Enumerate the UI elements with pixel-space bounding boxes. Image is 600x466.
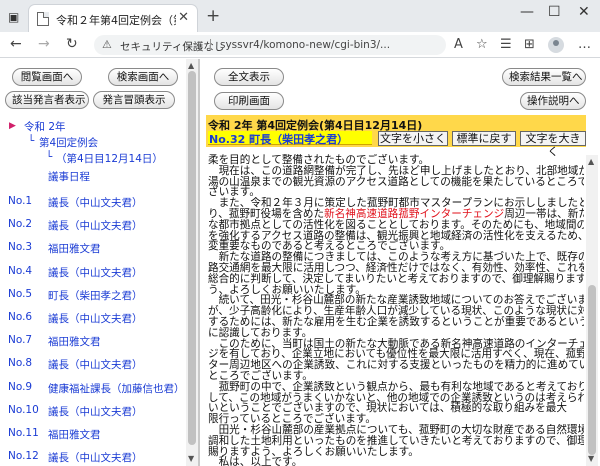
speech-text-segment: 私は、以上です。	[208, 456, 303, 466]
print-screen-button[interactable]: 印刷画面	[214, 92, 284, 110]
warning-icon[interactable]: ⚠	[102, 38, 112, 51]
speech-number: No.6	[8, 311, 33, 323]
left-frame: 閲覧画面へ 検索画面へ 該当発言者表示 発言冒頭表示 ▶ 令和 2年 └ 第4回…	[0, 59, 200, 466]
right-frame: 全文表示 印刷画面 検索結果一覧へ 操作説明へ 令和 2年 第4回定例会(第4日…	[202, 59, 600, 466]
speech-link[interactable]: 福田雅文君	[48, 334, 101, 349]
speech-line: 私は、以上です。	[208, 456, 584, 466]
scroll-up-icon[interactable]: ▲	[588, 157, 594, 166]
help-button[interactable]: 操作説明へ	[520, 92, 586, 110]
right-scrollbar[interactable]: ▲ ▼	[586, 155, 598, 466]
speech-link[interactable]: 健康福祉課長（加藤信也君）	[48, 381, 185, 396]
speech-number: No.12	[8, 450, 39, 463]
speech-number: No.1	[8, 195, 33, 207]
speech-link[interactable]: 議長（中山文夫君）	[48, 265, 143, 280]
opening-list-button[interactable]: 発言冒頭表示	[93, 91, 175, 109]
speech-text: 柔を目的として整備されたものでございます。 現在は、この道路網整備が完了し、先ほ…	[204, 153, 584, 466]
page-icon	[37, 12, 49, 26]
speech-link[interactable]: 議長（中山文夫君）	[48, 311, 143, 326]
back-to-results-button[interactable]: 検索結果一覧へ	[502, 68, 586, 86]
speech-link[interactable]: 福田雅文君	[48, 241, 101, 256]
scroll-down-icon[interactable]: ▼	[188, 454, 194, 463]
text-reset-button[interactable]: 標準に戻す	[452, 131, 516, 146]
security-label: セキュリティ保護なし	[120, 41, 225, 53]
scroll-thumb[interactable]	[588, 285, 596, 455]
left-scrollbar[interactable]: ▲ ▼	[186, 59, 198, 466]
new-tab-icon[interactable]: +	[206, 6, 220, 26]
collections-icon[interactable]: ⊞	[524, 37, 535, 52]
tree-day[interactable]: （第4日目12月14日）	[56, 151, 163, 166]
tree-year[interactable]: 令和 2年	[24, 119, 66, 134]
tree-bullet-icon: ▶	[9, 121, 16, 131]
browser-tab-strip: ▣ 令和２年第4回定例会（第4日目） ✕ + — ☐ ✕	[0, 0, 600, 32]
address-toolbar: ← → ↻ ⚠ セキュリティ保護なし syssvr4/komono-new/cg…	[0, 32, 600, 58]
minimize-icon[interactable]: —	[520, 4, 534, 20]
speaker-list-button[interactable]: 該当発言者表示	[5, 91, 89, 109]
speech-number: No.7	[8, 334, 33, 347]
speech-speaker-box: No.32 町長（柴田孝之君）	[208, 131, 372, 146]
reload-icon[interactable]: ↻	[66, 36, 78, 52]
speech-number: No.8	[8, 357, 33, 370]
browser-tab[interactable]: 令和２年第4回定例会（第4日目） ✕	[28, 4, 198, 32]
scroll-thumb[interactable]	[188, 71, 196, 445]
speech-number: No.4	[8, 264, 33, 277]
speech-number: No.11	[8, 427, 39, 439]
more-menu-icon[interactable]: …	[578, 37, 591, 52]
tree-branch-icon: └	[28, 135, 35, 147]
scroll-up-icon[interactable]: ▲	[188, 61, 194, 70]
browse-screen-button[interactable]: 閲覧画面へ	[12, 68, 82, 86]
tree-branch-icon: └	[46, 151, 53, 163]
favorites-list-icon[interactable]: ☰	[500, 37, 512, 52]
scroll-down-icon[interactable]: ▼	[588, 454, 594, 463]
speech-link[interactable]: 議長（中山文夫君）	[48, 450, 143, 465]
speech-link[interactable]: 議長（中山文夫君）	[48, 195, 143, 210]
speech-number: No.9	[8, 380, 33, 393]
forward-icon[interactable]: →	[38, 36, 50, 52]
address-separator	[210, 39, 211, 51]
speech-link[interactable]: 議長（中山文夫君）	[48, 404, 143, 419]
back-icon[interactable]: ←	[10, 36, 22, 52]
speech-number: No.2	[8, 218, 33, 231]
close-window-icon[interactable]: ✕	[578, 4, 590, 20]
tree-session[interactable]: 第4回定例会	[39, 135, 98, 150]
tree-agenda[interactable]: 議事日程	[48, 169, 90, 184]
tab-actions-icon[interactable]: ▣	[8, 10, 19, 24]
read-aloud-icon[interactable]: A	[454, 37, 463, 52]
tab-title: 令和２年第4回定例会（第4日目）	[56, 14, 176, 27]
speech-link[interactable]: 福田雅文君	[48, 427, 101, 442]
speech-link[interactable]: 議長（中山文夫君）	[48, 218, 143, 233]
favorite-icon[interactable]: ☆	[476, 37, 488, 52]
maximize-icon[interactable]: ☐	[548, 4, 561, 20]
speech-number: No.5	[8, 287, 33, 300]
text-smaller-button[interactable]: 文字を小さく	[378, 131, 448, 146]
close-tab-icon[interactable]: ✕	[178, 10, 189, 25]
profile-avatar[interactable]	[548, 37, 564, 53]
search-screen-button[interactable]: 検索画面へ	[108, 68, 178, 86]
url-text[interactable]: syssvr4/komono-new/cgi-bin3/...	[220, 39, 390, 51]
speech-speaker: No.32 町長（柴田孝之君）	[209, 133, 349, 146]
speech-link[interactable]: 町長（柴田孝之君）	[48, 288, 143, 303]
show-all-button[interactable]: 全文表示	[214, 68, 284, 86]
speech-number: No.10	[8, 403, 39, 416]
text-larger-button[interactable]: 文字を大きく	[520, 131, 586, 158]
speech-link[interactable]: 議長（中山文夫君）	[48, 357, 143, 372]
speech-number: No.3	[8, 241, 33, 254]
address-bar[interactable]: ⚠ セキュリティ保護なし syssvr4/komono-new/cgi-bin3…	[94, 35, 446, 55]
